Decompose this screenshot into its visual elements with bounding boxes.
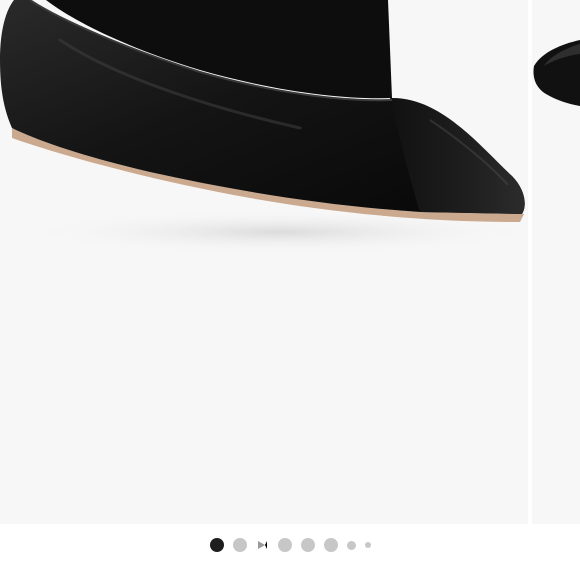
pagination-dot-8[interactable] [364,542,371,548]
video-play-icon[interactable] [257,541,267,549]
pagination-dot-5[interactable] [300,538,315,552]
pagination-dot-2[interactable] [232,538,247,552]
carousel-pagination [0,532,580,558]
pagination-dot-4[interactable] [277,538,292,552]
pagination-dot-6[interactable] [323,538,338,552]
pagination-dot-1-active[interactable] [209,538,224,552]
product-image-next-peek[interactable] [532,0,580,524]
product-image-current[interactable] [0,0,528,524]
shoe-image [0,0,528,254]
pagination-dot-7[interactable] [346,540,356,550]
product-image-carousel[interactable] [0,0,580,580]
shoe-image-next [533,40,580,106]
